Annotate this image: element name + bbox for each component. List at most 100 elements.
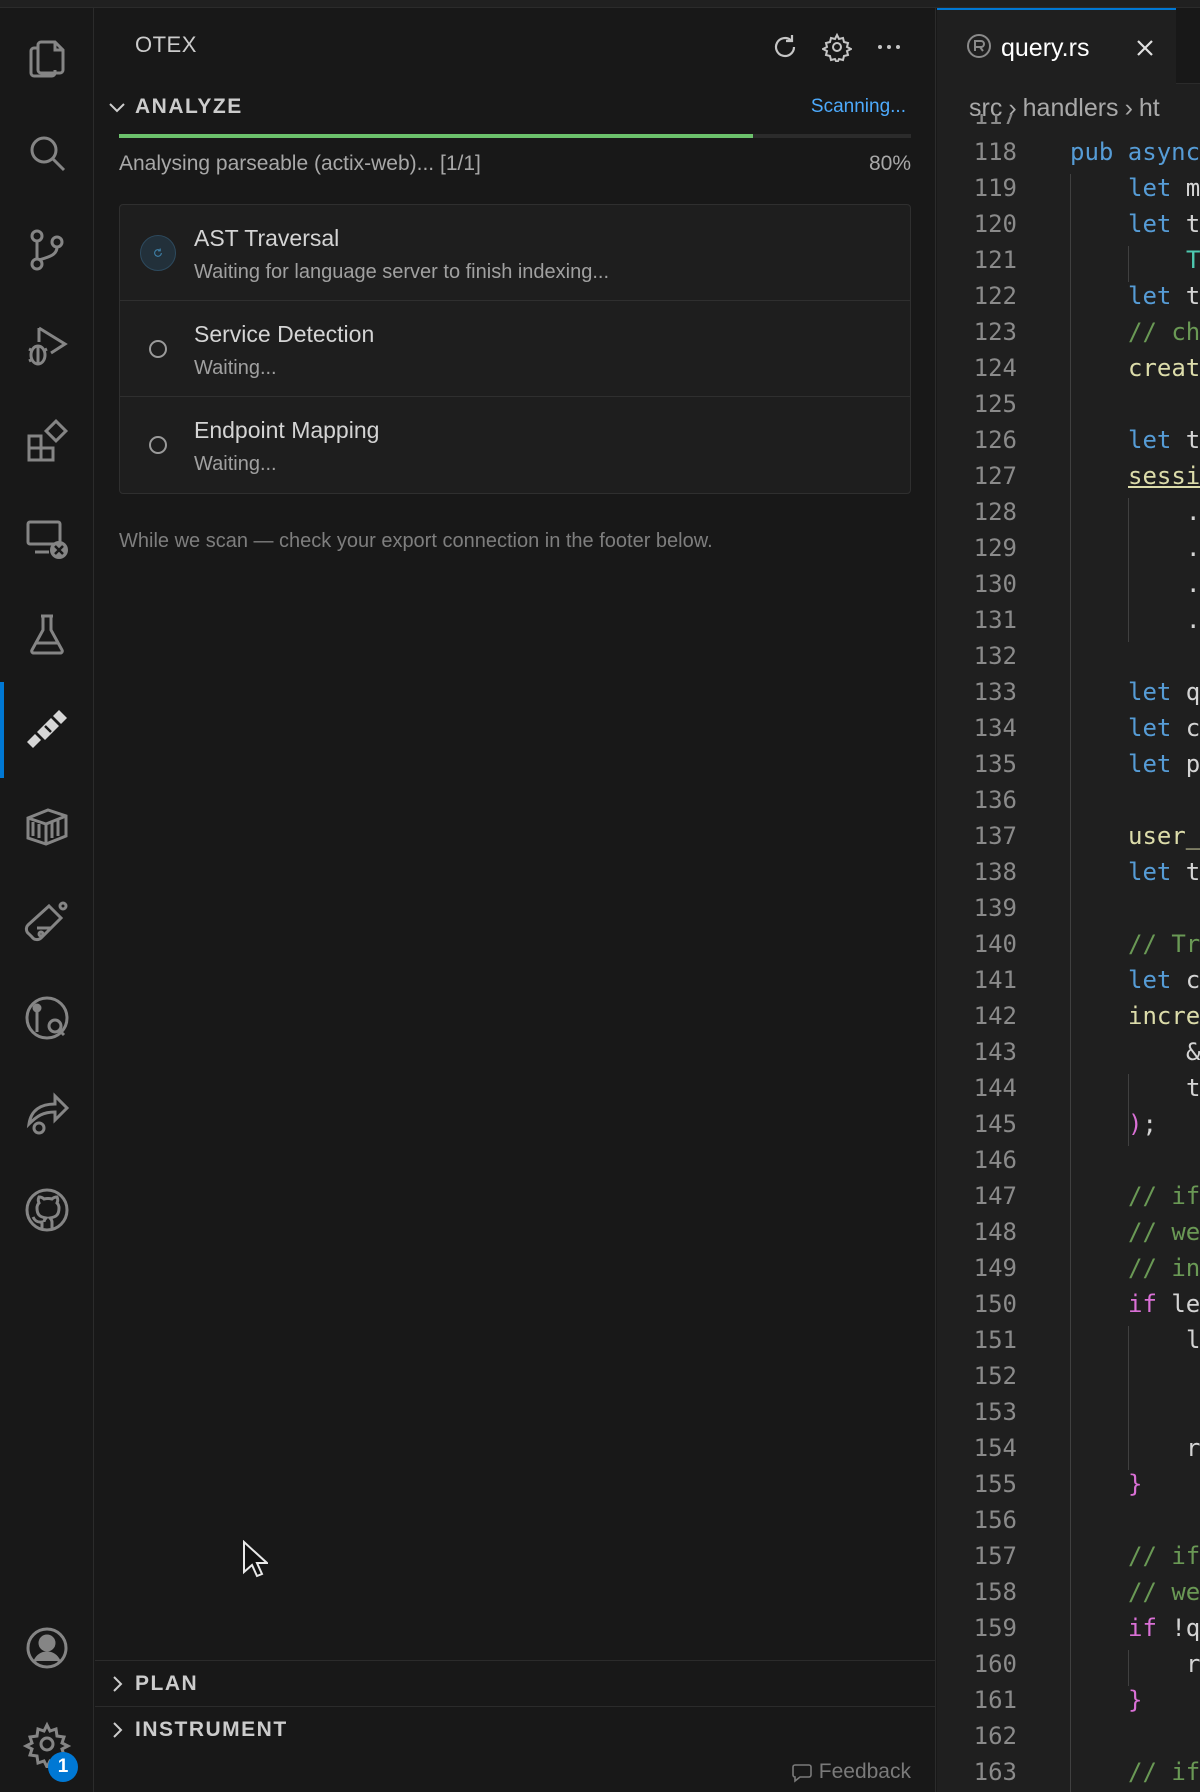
line-number: 136 (973, 786, 1017, 814)
tab-query-rs[interactable]: query.rs (937, 8, 1176, 84)
line-number: 145 (973, 1110, 1017, 1138)
activity-item-otex[interactable] (0, 682, 94, 778)
line-number: 117 (973, 114, 1017, 130)
activity-item-containers[interactable] (0, 778, 94, 874)
code-text: let t (1128, 426, 1200, 454)
waiting-circle-icon (140, 427, 176, 463)
line-number: 139 (973, 894, 1017, 922)
code-line: 122 let t (937, 282, 1200, 318)
otex-icon (27, 710, 67, 748)
comment-icon (791, 1764, 812, 1783)
panel-header: OTEX (95, 8, 936, 80)
code-line: 141 let c (937, 966, 1200, 1002)
activity-item-timeline-search[interactable] (0, 970, 94, 1066)
settings-button[interactable] (820, 30, 854, 64)
activity-item-accounts[interactable] (0, 1600, 94, 1696)
line-number: 163 (973, 1758, 1017, 1786)
code-line: 118 pub async (937, 138, 1200, 174)
containers-icon (26, 808, 68, 846)
account-icon (26, 1627, 68, 1669)
activity-item-extensions[interactable] (0, 394, 94, 490)
line-number: 161 (973, 1686, 1017, 1714)
activity-item-manage[interactable]: 1 (0, 1696, 94, 1792)
code-line: 148 // we (937, 1218, 1200, 1254)
line-number: 149 (973, 1254, 1017, 1282)
code-line: 152 (937, 1362, 1200, 1398)
plan-section-header[interactable]: PLAN (95, 1660, 936, 1706)
more-actions-button[interactable] (872, 30, 906, 64)
code-line: 144 t (937, 1074, 1200, 1110)
code-line: 124 creat (937, 354, 1200, 390)
refresh-button[interactable] (768, 30, 802, 64)
step-title: Endpoint Mapping (194, 417, 380, 443)
code-line: 146 (937, 1146, 1200, 1182)
activity-item-explorer[interactable] (0, 10, 94, 106)
code-text: let p (1128, 750, 1200, 778)
code-area[interactable]: 117 118 pub async 119 let m 120 let t 121 T 122 le… (937, 114, 1200, 1792)
code-text: . (1186, 534, 1200, 562)
scan-status: Scanning... (810, 96, 906, 117)
code-line: 143 & (937, 1038, 1200, 1074)
activity-bar: 1 (0, 8, 94, 1792)
indent-guide (1070, 174, 1071, 1792)
analyze-section-header[interactable]: ANALYZE Scanning... (95, 84, 936, 130)
indent-guide (1128, 498, 1129, 642)
code-text: T (1186, 246, 1200, 274)
step-service-detection: Service Detection Waiting... (120, 301, 910, 397)
remote-explorer-icon (26, 520, 68, 559)
code-line: 150 if le (937, 1290, 1200, 1326)
window-top-strip (0, 0, 1200, 8)
line-number: 119 (973, 174, 1017, 202)
code-text: r (1186, 1650, 1200, 1678)
analyze-label: ANALYZE (135, 95, 243, 118)
activity-item-remote-explorer[interactable] (0, 490, 94, 586)
code-text: // we (1128, 1578, 1200, 1606)
code-text: incre (1128, 1002, 1200, 1030)
chevron-right-icon (113, 1722, 123, 1738)
line-number: 135 (973, 750, 1017, 778)
code-line: 156 (937, 1506, 1200, 1542)
step-subtitle: Waiting for language server to finish in… (194, 261, 610, 283)
instrument-section-header[interactable]: INSTRUMENT (95, 1706, 936, 1752)
activity-item-source-control[interactable] (0, 202, 94, 298)
activity-item-lab-flask[interactable] (0, 874, 94, 970)
code-text: } (1128, 1470, 1143, 1498)
plan-label: PLAN (135, 1672, 199, 1695)
code-text: . (1186, 606, 1200, 634)
line-number: 140 (973, 930, 1017, 958)
github-icon (25, 1188, 69, 1232)
line-number: 146 (973, 1146, 1017, 1174)
line-number: 118 (973, 138, 1017, 166)
progress-bar (119, 134, 911, 138)
code-line: 133 let q (937, 678, 1200, 714)
scan-hint: While we scan — check your export connec… (119, 530, 713, 552)
activity-item-run-debug[interactable] (0, 298, 94, 394)
line-number: 120 (973, 210, 1017, 238)
code-line: 136 (937, 786, 1200, 822)
activity-item-share[interactable] (0, 1066, 94, 1162)
code-text: let q (1128, 678, 1200, 706)
code-line: 162 (937, 1722, 1200, 1758)
share-icon (26, 1092, 70, 1135)
line-number: 155 (973, 1470, 1017, 1498)
code-line: 123 // ch (937, 318, 1200, 354)
timeline-search-icon (25, 996, 69, 1040)
feedback-link[interactable]: Feedback (791, 1760, 911, 1784)
activity-item-search[interactable] (0, 106, 94, 202)
panel-title: OTEX (135, 32, 197, 57)
activity-item-testing[interactable] (0, 586, 94, 682)
line-number: 142 (973, 1002, 1017, 1030)
feedback-label: Feedback (818, 1760, 911, 1783)
line-number: 125 (973, 390, 1017, 418)
activity-item-github[interactable] (0, 1162, 94, 1258)
line-number: 134 (973, 714, 1017, 742)
code-line: 119 let m (937, 174, 1200, 210)
source-control-icon (30, 229, 64, 271)
close-icon[interactable] (1133, 36, 1157, 60)
progress-text: Analysing parseable (actix-web)... [1/1] (119, 152, 481, 175)
code-text: t (1186, 1074, 1200, 1102)
line-number: 133 (973, 678, 1017, 706)
code-text: user_ (1128, 822, 1200, 850)
line-number: 122 (973, 282, 1017, 310)
code-line: 147 // if (937, 1182, 1200, 1218)
